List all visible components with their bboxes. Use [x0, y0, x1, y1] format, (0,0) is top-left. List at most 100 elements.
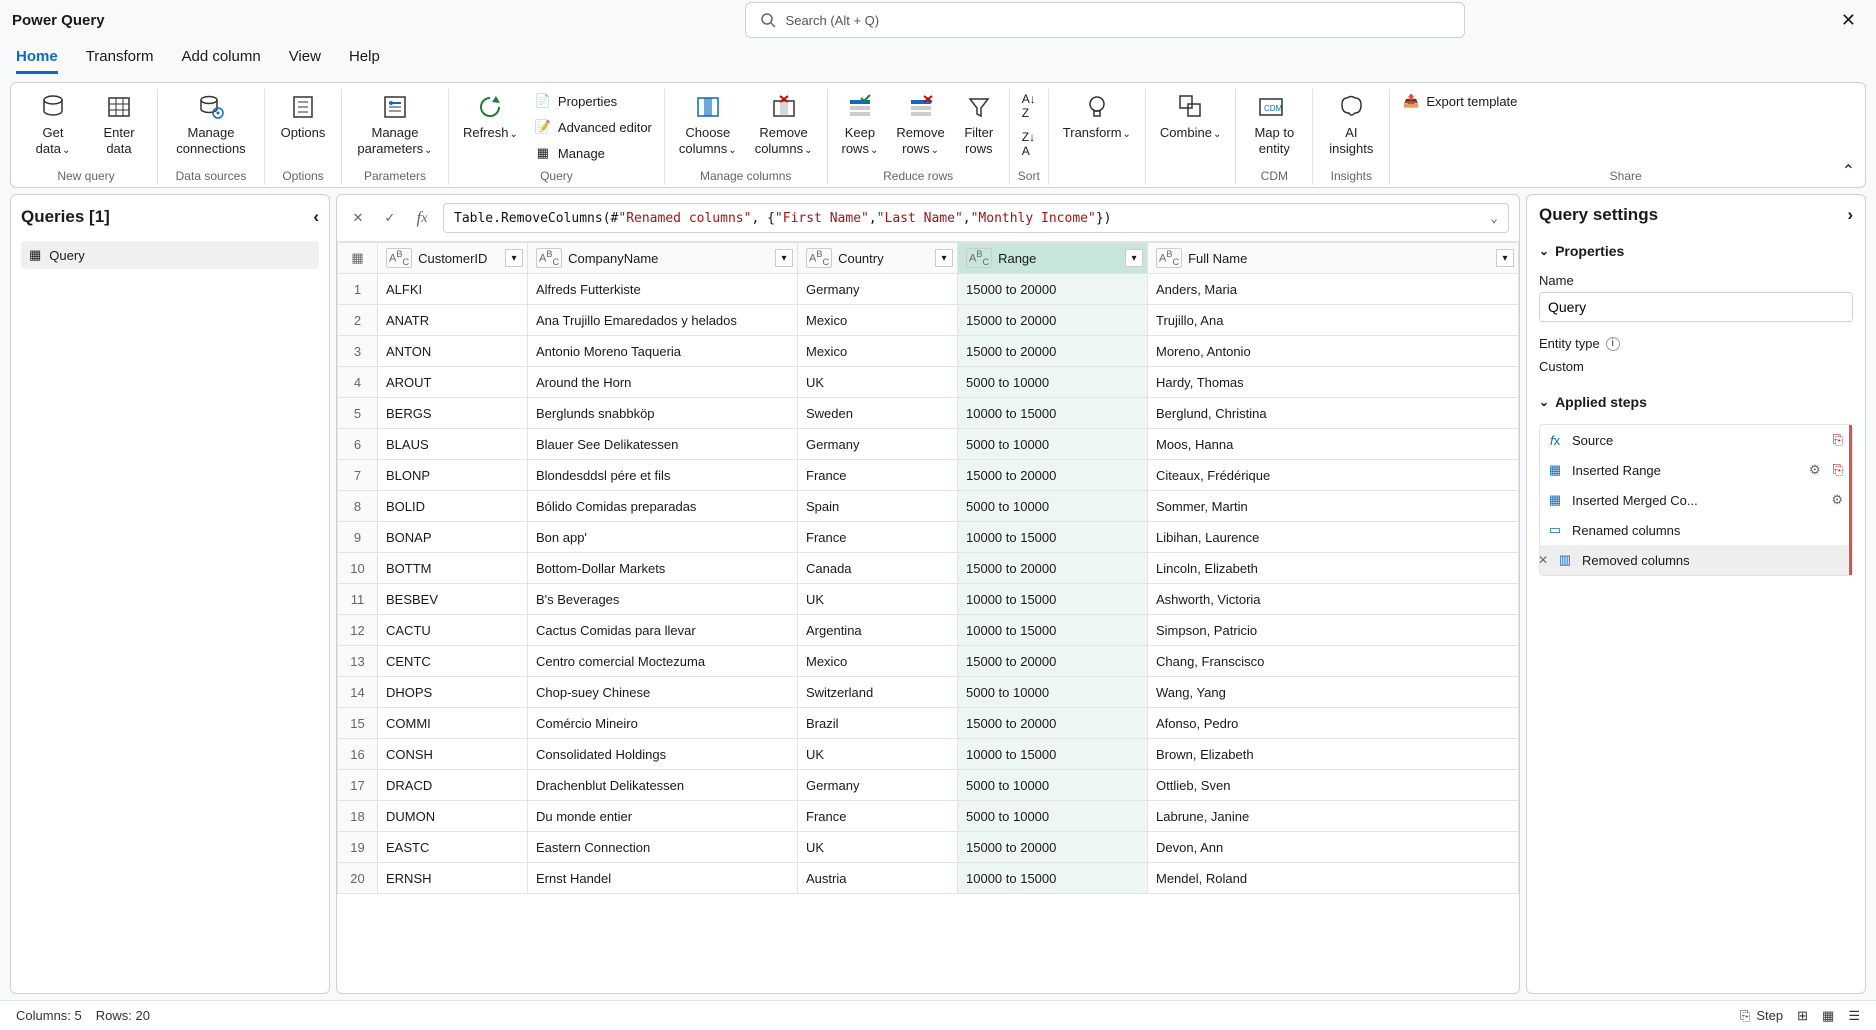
cell[interactable]: 15000 to 20000 [958, 274, 1148, 305]
tab-help[interactable]: Help [349, 48, 380, 74]
cell[interactable]: Cactus Comidas para llevar [528, 615, 798, 646]
table-row[interactable]: 13CENTCCentro comercial MoctezumaMexico1… [338, 646, 1519, 677]
cell[interactable]: 15000 to 20000 [958, 305, 1148, 336]
diagram-view-button[interactable]: ⊞ [1797, 1008, 1808, 1024]
cell[interactable]: Du monde entier [528, 801, 798, 832]
advanced-editor-button[interactable]: 📝Advanced editor [530, 115, 656, 139]
row-number[interactable]: 5 [338, 398, 378, 429]
cell[interactable]: CACTU [378, 615, 528, 646]
cell[interactable]: B's Beverages [528, 584, 798, 615]
cell[interactable]: 10000 to 15000 [958, 522, 1148, 553]
cell[interactable]: 5000 to 10000 [958, 367, 1148, 398]
schema-view-button[interactable]: ☰ [1848, 1008, 1860, 1024]
map-to-entity-button[interactable]: CDM Map to entity [1244, 89, 1304, 160]
cell[interactable]: Chang, Franscisco [1148, 646, 1519, 677]
applied-step[interactable]: fxSource⎘ [1540, 425, 1852, 455]
table-row[interactable]: 3ANTONAntonio Moreno TaqueriaMexico15000… [338, 336, 1519, 367]
row-number[interactable]: 15 [338, 708, 378, 739]
cell[interactable]: 5000 to 10000 [958, 491, 1148, 522]
manage-parameters-button[interactable]: Manage parameters [350, 89, 440, 160]
cell[interactable]: Moreno, Antonio [1148, 336, 1519, 367]
cell[interactable]: BONAP [378, 522, 528, 553]
cell[interactable]: Sweden [798, 398, 958, 429]
cell[interactable]: France [798, 801, 958, 832]
transform-button[interactable]: Transform [1057, 89, 1137, 144]
applied-step[interactable]: ▭Renamed columns [1540, 515, 1852, 545]
cell[interactable]: Bon app' [528, 522, 798, 553]
cell[interactable]: Blauer See Delikatessen [528, 429, 798, 460]
cell[interactable]: 10000 to 15000 [958, 584, 1148, 615]
cell[interactable]: Alfreds Futterkiste [528, 274, 798, 305]
cell[interactable]: ALFKI [378, 274, 528, 305]
cell[interactable]: CENTC [378, 646, 528, 677]
cell[interactable]: UK [798, 584, 958, 615]
applied-steps-section[interactable]: Applied steps [1539, 394, 1853, 410]
cell[interactable]: BERGS [378, 398, 528, 429]
cell[interactable]: 10000 to 15000 [958, 863, 1148, 894]
column-header-full-name[interactable]: ABCFull Name▾ [1148, 243, 1519, 274]
cell[interactable]: Drachenblut Delikatessen [528, 770, 798, 801]
cell[interactable]: Hardy, Thomas [1148, 367, 1519, 398]
ribbon-collapse-button[interactable]: ⌃ [1842, 161, 1855, 181]
get-data-button[interactable]: Get data [23, 89, 83, 160]
cell[interactable]: France [798, 522, 958, 553]
properties-button[interactable]: 📄Properties [530, 89, 621, 113]
row-number[interactable]: 9 [338, 522, 378, 553]
cell[interactable]: 10000 to 15000 [958, 615, 1148, 646]
applied-step[interactable]: ▦Inserted Range⚙⎘ [1540, 455, 1852, 485]
cell[interactable]: Lincoln, Elizabeth [1148, 553, 1519, 584]
cell[interactable]: COMMI [378, 708, 528, 739]
manage-button[interactable]: ▦Manage [530, 141, 609, 165]
cell[interactable]: BOLID [378, 491, 528, 522]
cell[interactable]: Bottom-Dollar Markets [528, 553, 798, 584]
table-row[interactable]: 14DHOPSChop-suey ChineseSwitzerland5000 … [338, 677, 1519, 708]
table-row[interactable]: 9BONAPBon app'France10000 to 15000Libiha… [338, 522, 1519, 553]
cell[interactable]: 15000 to 20000 [958, 832, 1148, 863]
query-item[interactable]: ▦ Query [21, 241, 319, 269]
cell[interactable]: Afonso, Pedro [1148, 708, 1519, 739]
data-grid[interactable]: ▦ABCCustomerID▾ABCCompanyName▾ABCCountry… [337, 241, 1519, 993]
cell[interactable]: 15000 to 20000 [958, 553, 1148, 584]
cell[interactable]: Antonio Moreno Taqueria [528, 336, 798, 367]
query-name-input[interactable] [1539, 292, 1853, 322]
table-row[interactable]: 1ALFKIAlfreds FutterkisteGermany15000 to… [338, 274, 1519, 305]
expand-formula-button[interactable]: ⌄ [1490, 211, 1498, 226]
cell[interactable]: Eastern Connection [528, 832, 798, 863]
cell[interactable]: 5000 to 10000 [958, 770, 1148, 801]
cell[interactable]: 15000 to 20000 [958, 708, 1148, 739]
info-icon[interactable]: i [1606, 337, 1620, 351]
table-view-button[interactable]: ▦ [1822, 1008, 1834, 1024]
column-header-customerid[interactable]: ABCCustomerID▾ [378, 243, 528, 274]
table-row[interactable]: 4AROUTAround the HornUK5000 to 10000Hard… [338, 367, 1519, 398]
row-number[interactable]: 7 [338, 460, 378, 491]
cell[interactable]: Comércio Mineiro [528, 708, 798, 739]
table-row[interactable]: 2ANATRAna Trujillo Emaredados y heladosM… [338, 305, 1519, 336]
row-number[interactable]: 17 [338, 770, 378, 801]
filter-rows-button[interactable]: Filter rows [957, 89, 1001, 160]
table-row[interactable]: 8BOLIDBólido Comidas preparadasSpain5000… [338, 491, 1519, 522]
table-row[interactable]: 18DUMONDu monde entierFrance5000 to 1000… [338, 801, 1519, 832]
cell[interactable]: Berglund, Christina [1148, 398, 1519, 429]
cancel-formula-button[interactable]: ✕ [347, 207, 369, 229]
refresh-button[interactable]: Refresh [457, 89, 524, 144]
cell[interactable]: 10000 to 15000 [958, 398, 1148, 429]
cell[interactable]: Chop-suey Chinese [528, 677, 798, 708]
cell[interactable]: ANTON [378, 336, 528, 367]
applied-step[interactable]: ▦Inserted Merged Co...⚙ [1540, 485, 1852, 515]
column-header-companyname[interactable]: ABCCompanyName▾ [528, 243, 798, 274]
cell[interactable]: Spain [798, 491, 958, 522]
table-row[interactable]: 7BLONPBlondesddsl pére et filsFrance1500… [338, 460, 1519, 491]
table-row[interactable]: 15COMMIComércio MineiroBrazil15000 to 20… [338, 708, 1519, 739]
cell[interactable]: Moos, Hanna [1148, 429, 1519, 460]
cell[interactable]: Mexico [798, 336, 958, 367]
options-button[interactable]: Options [273, 89, 333, 143]
column-filter-button[interactable]: ▾ [1496, 249, 1514, 267]
tab-home[interactable]: Home [16, 48, 58, 74]
row-number[interactable]: 8 [338, 491, 378, 522]
table-row[interactable]: 16CONSHConsolidated HoldingsUK10000 to 1… [338, 739, 1519, 770]
cell[interactable]: Mexico [798, 646, 958, 677]
cell[interactable]: Trujillo, Ana [1148, 305, 1519, 336]
combine-button[interactable]: Combine [1154, 89, 1227, 144]
cell[interactable]: Ana Trujillo Emaredados y helados [528, 305, 798, 336]
cell[interactable]: Bólido Comidas preparadas [528, 491, 798, 522]
